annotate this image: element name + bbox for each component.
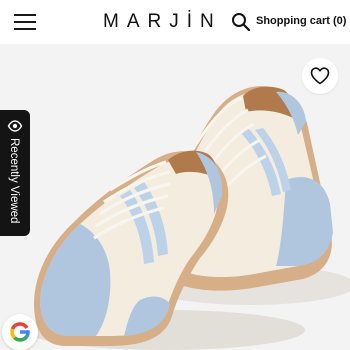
brand-logo[interactable]: MARJİN xyxy=(103,11,222,33)
google-g-icon[interactable] xyxy=(2,314,38,350)
shopping-cart-link[interactable]: Shopping cart (0) xyxy=(256,15,346,27)
product-image-gallery[interactable] xyxy=(0,44,350,350)
search-icon[interactable] xyxy=(231,12,251,32)
hamburger-menu-icon[interactable] xyxy=(14,13,36,31)
heart-outline-icon[interactable] xyxy=(302,58,338,94)
product-image xyxy=(0,44,350,350)
recently-viewed-tab[interactable]: Recently Viewed xyxy=(0,110,30,236)
eye-icon xyxy=(7,120,23,132)
recently-viewed-label: Recently Viewed xyxy=(8,138,20,224)
site-header: MARJİN Shopping cart (0) xyxy=(0,0,350,44)
